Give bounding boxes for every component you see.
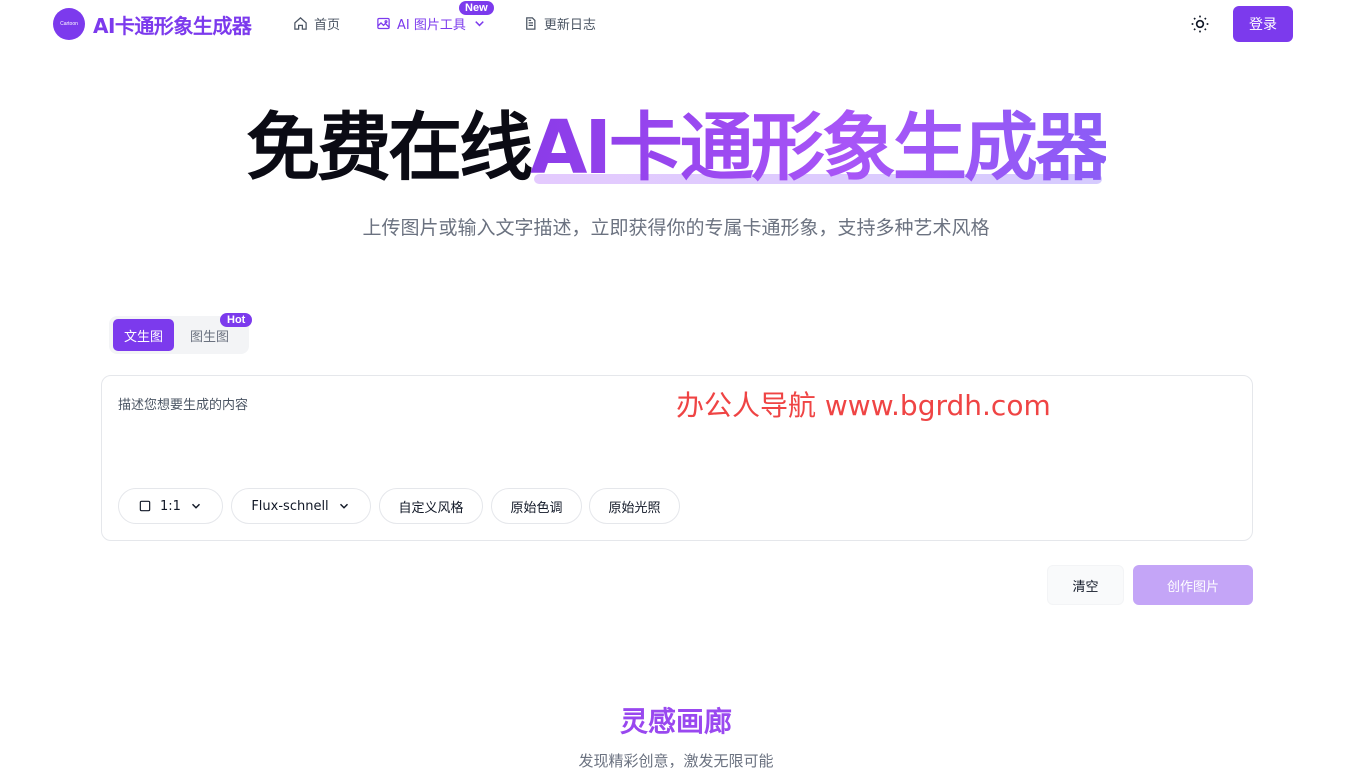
nav-item-ai-tools[interactable]: AI 图片工具 New — [376, 1, 494, 33]
new-badge: New — [459, 1, 494, 15]
ratio-select[interactable]: 1:1 — [118, 488, 223, 524]
nav-label-ai-tools: AI 图片工具 — [397, 18, 466, 33]
create-image-button[interactable]: 创作图片 — [1133, 565, 1253, 605]
hot-badge: Hot — [220, 313, 253, 327]
color-button[interactable]: 原始色调 — [491, 488, 582, 524]
prompt-box: 办公人导航 www.bgrdh.com 1:1 Flux-schnell 自定义… — [101, 375, 1253, 541]
logo-mark: Cartoon — [53, 8, 85, 40]
square-icon — [139, 500, 151, 512]
home-icon — [294, 17, 307, 30]
image-icon — [377, 17, 390, 30]
nav-item-changelog[interactable]: 更新日志 — [523, 14, 596, 33]
document-icon — [526, 17, 536, 30]
clear-button[interactable]: 清空 — [1047, 565, 1124, 605]
nav-item-home[interactable]: 首页 — [293, 14, 340, 33]
gallery-title: 灵感画廊 — [0, 700, 1352, 740]
page-title: 免费在线AI卡通形象生成器 — [0, 103, 1352, 193]
nav-label-home: 首页 — [314, 18, 341, 33]
sun-icon[interactable] — [1190, 14, 1210, 34]
nav-label-changelog: 更新日志 — [543, 18, 596, 33]
title-plain: 免费在线 — [246, 105, 533, 191]
logo[interactable]: Cartoon AI卡通形象生成器 — [53, 8, 252, 40]
lighting-button[interactable]: 原始光照 — [589, 488, 680, 524]
header: Cartoon AI卡通形象生成器 首页 AI 图片工具 New 更新日志 登录 — [0, 0, 1372, 48]
model-select[interactable]: Flux-schnell — [231, 488, 371, 524]
chevron-down-icon — [191, 503, 200, 509]
main-nav: 首页 AI 图片工具 New 更新日志 — [293, 1, 632, 33]
logo-text: AI卡通形象生成器 — [93, 13, 252, 38]
gallery-subtitle: 发现精彩创意，激发无限可能 — [578, 752, 774, 770]
watermark-text: 办公人导航 www.bgrdh.com — [676, 389, 1051, 422]
model-value: Flux-schnell — [251, 498, 329, 514]
chevron-down-icon — [339, 503, 348, 509]
tab-text-to-image[interactable]: 文生图 — [113, 319, 175, 351]
page-subtitle: 上传图片或输入文字描述，立即获得你的专属卡通形象，支持多种艺术风格 — [362, 217, 990, 239]
ratio-value: 1:1 — [160, 498, 181, 514]
style-button[interactable]: 自定义风格 — [379, 488, 483, 524]
prompt-input[interactable] — [118, 394, 658, 454]
chevron-down-icon — [475, 21, 484, 27]
title-highlight: AI卡通形象生成器 — [530, 105, 1109, 191]
login-button[interactable]: 登录 — [1233, 6, 1293, 42]
